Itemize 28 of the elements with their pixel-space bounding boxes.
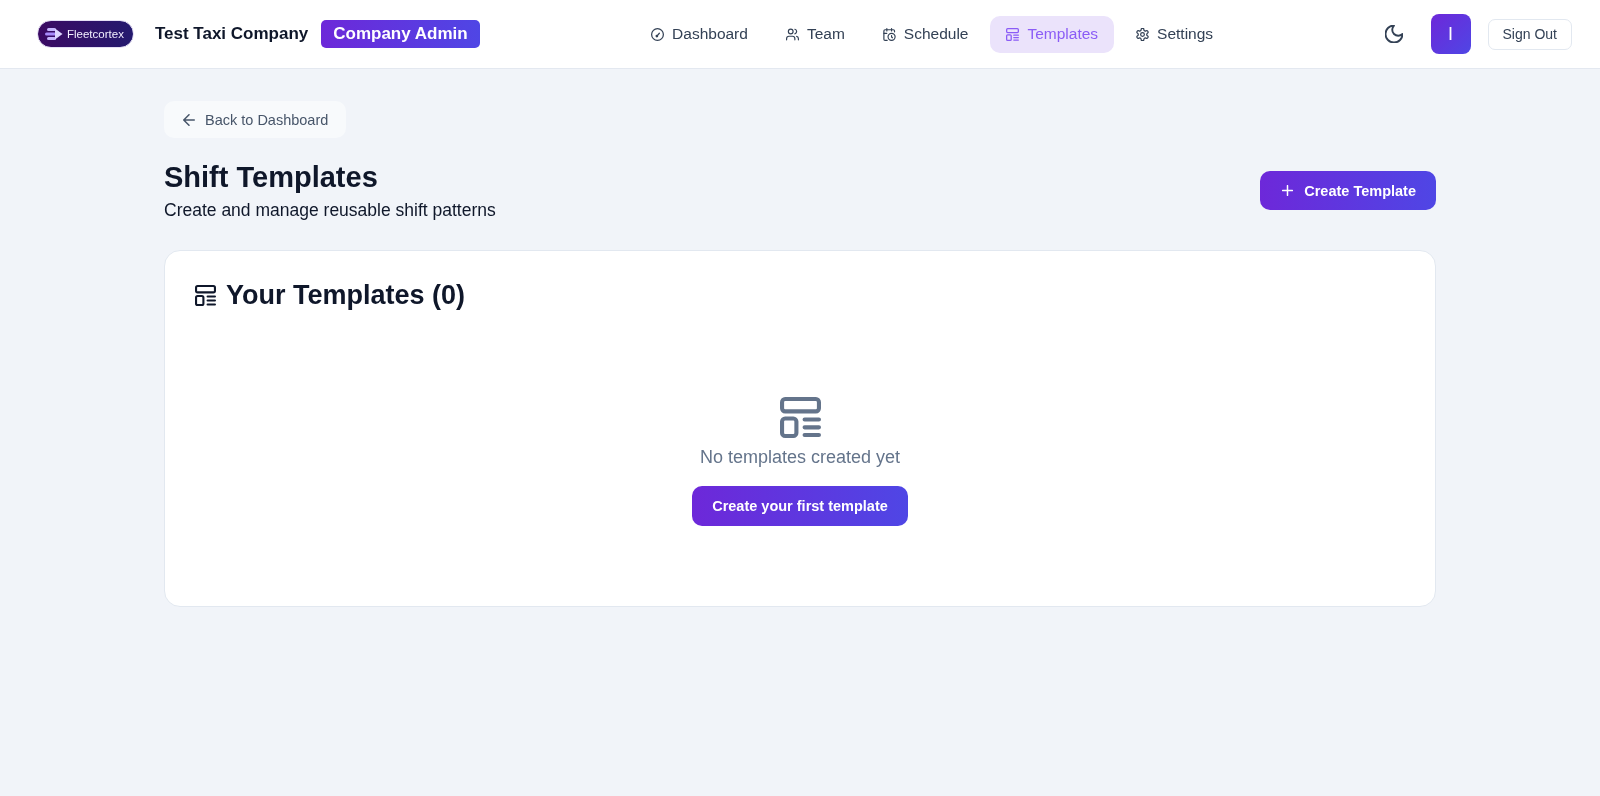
logo-badge[interactable]: Fleetcortex	[37, 20, 134, 48]
calendar-clock-icon	[882, 27, 896, 41]
gauge-icon	[651, 27, 665, 41]
back-button[interactable]: Back to Dashboard	[164, 101, 347, 138]
moon-icon[interactable]	[1384, 25, 1403, 43]
nav-tab[interactable]: Schedule	[866, 15, 985, 53]
nav-tab[interactable]: Team	[769, 15, 861, 53]
empty-message: No templates created yet	[699, 446, 901, 468]
arrow-left-icon	[183, 113, 195, 126]
sign-out-button[interactable]: Sign Out	[1487, 18, 1572, 50]
nav-tab[interactable]: Settings	[1120, 15, 1230, 53]
settings-icon	[1136, 27, 1150, 41]
card-title: Your Templates (0)	[226, 279, 466, 311]
nav-tab[interactable]: Dashboard	[635, 15, 764, 53]
create-template-button[interactable]: Create Template	[1260, 171, 1436, 210]
users-icon	[785, 27, 799, 41]
create-first-template-button[interactable]: Create your first template	[692, 486, 908, 526]
template-icon	[195, 284, 216, 306]
page-title: Shift Templates	[164, 160, 379, 195]
company-name: Test Taxi Company	[154, 24, 309, 44]
logo-icon	[45, 27, 63, 41]
plus-icon	[1282, 185, 1294, 196]
template-icon	[1006, 27, 1020, 41]
page-subtitle: Create and manage reusable shift patterns	[164, 199, 496, 221]
template-icon	[779, 397, 821, 438]
avatar-button[interactable]: I	[1430, 14, 1471, 54]
brand-name: Fleetcortex	[67, 28, 124, 40]
role-badge: Company Admin	[321, 20, 480, 48]
